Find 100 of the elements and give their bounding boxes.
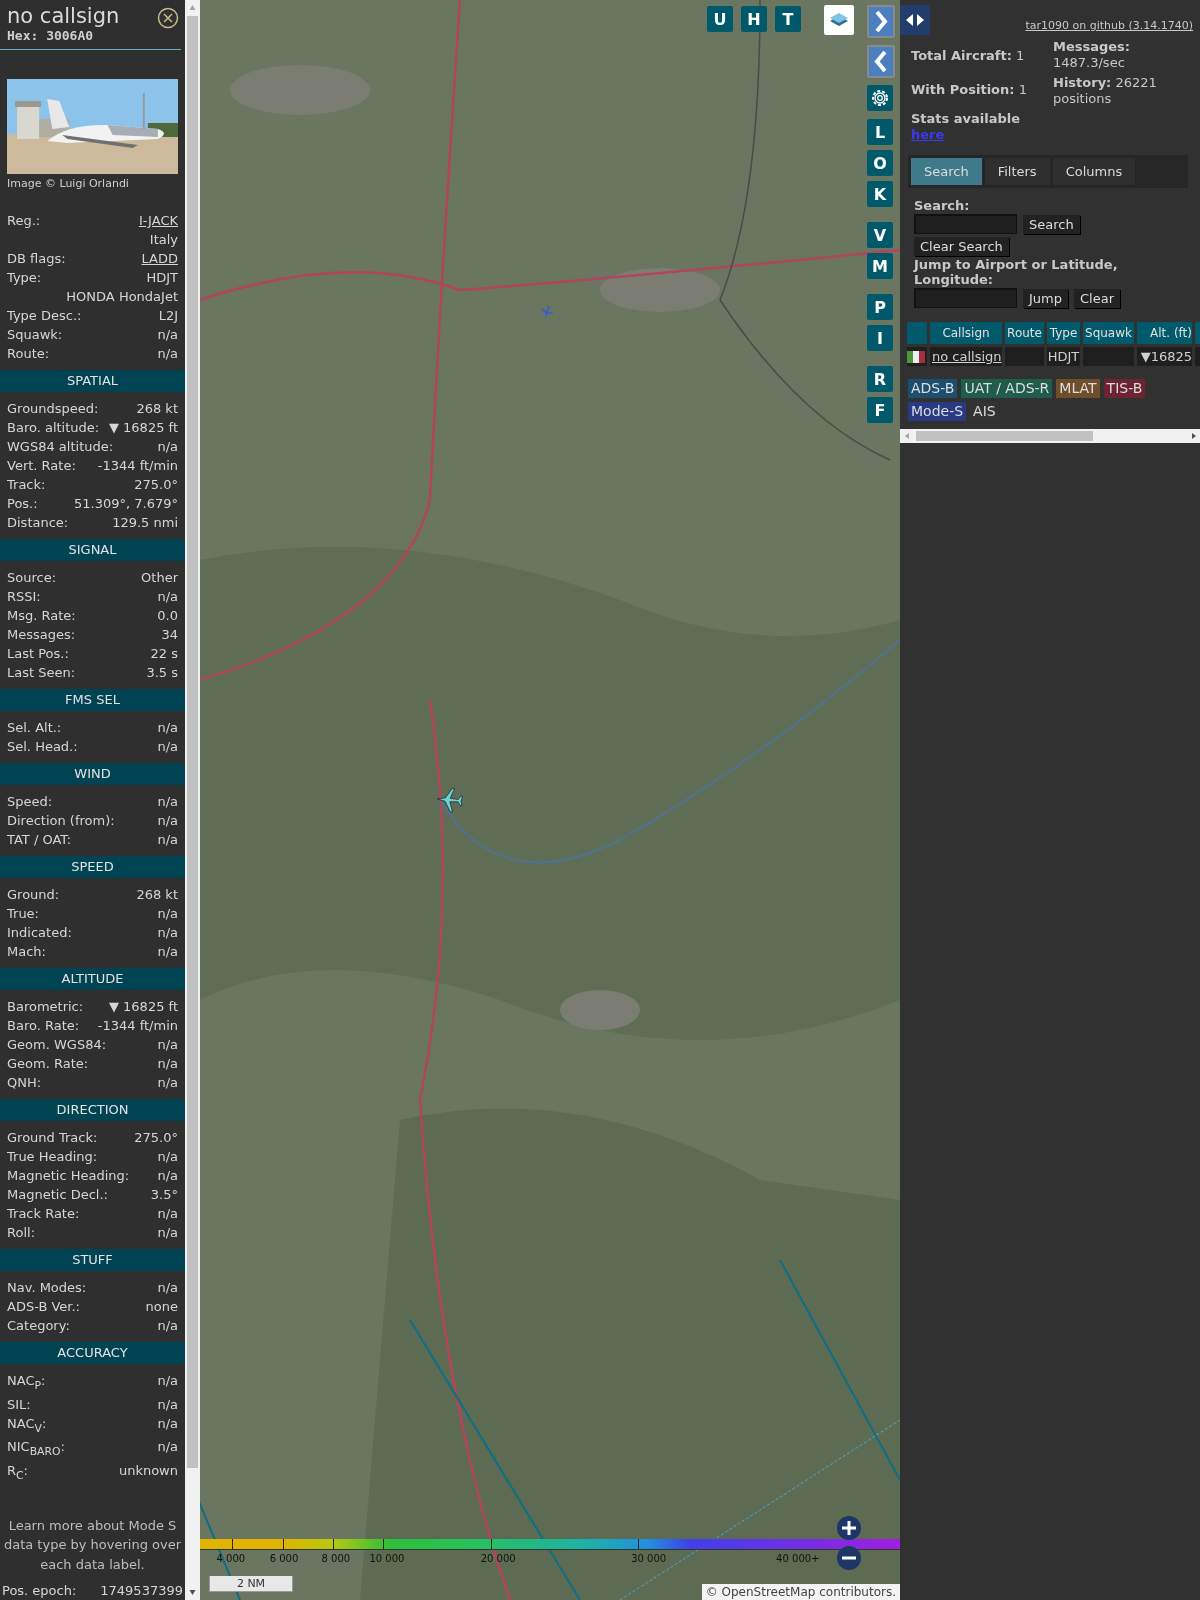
- map-button[interactable]: T: [775, 6, 801, 32]
- form-button[interactable]: Clear Search: [914, 237, 1009, 256]
- field-link[interactable]: I-JACK: [138, 211, 178, 230]
- column-header[interactable]: Type: [1047, 322, 1080, 344]
- map-button[interactable]: U: [707, 6, 733, 32]
- field-value: 268 kt: [136, 400, 178, 418]
- layers-button[interactable]: [824, 5, 854, 35]
- source-badge: MLAT: [1056, 379, 1100, 398]
- field-label: TAT / OAT:: [7, 831, 72, 849]
- field-value: n/a: [157, 943, 178, 961]
- field-label: Barometric:: [7, 998, 84, 1016]
- field-label: Pos. epoch:: [2, 1582, 77, 1600]
- field-label: Ground Track:: [7, 1129, 98, 1147]
- map-button[interactable]: V: [867, 222, 893, 248]
- field-label: Type Desc.:: [7, 307, 82, 325]
- field-value: n/a: [157, 793, 178, 811]
- form-button[interactable]: Search: [1023, 214, 1080, 234]
- map-button[interactable]: M: [867, 253, 893, 279]
- altitude-label: 20 000: [480, 1553, 516, 1564]
- section-header: ALTITUDE: [0, 968, 185, 990]
- field-value: n/a: [157, 719, 178, 737]
- field-value: 3.5°: [150, 1186, 178, 1204]
- altitude-label: 6 000: [269, 1553, 299, 1564]
- field-label: Track Rate:: [7, 1205, 80, 1223]
- field-value: n/a: [157, 588, 178, 606]
- field-label: DB flags:: [7, 250, 66, 268]
- github-link[interactable]: tar1090 on github (3.14.1740): [1025, 19, 1193, 32]
- search-field[interactable]: [914, 214, 1017, 234]
- scrollbar[interactable]: [185, 0, 200, 1600]
- map-button[interactable]: F: [867, 397, 893, 423]
- section-header: SPATIAL: [0, 370, 185, 392]
- field-value: HONDA HondaJet: [66, 288, 178, 306]
- field-label: Type:: [7, 269, 42, 287]
- field-label: Speed:: [7, 793, 53, 811]
- field-value: n/a: [157, 812, 178, 830]
- column-header[interactable]: Route: [1005, 322, 1044, 344]
- map-button[interactable]: R: [867, 366, 893, 392]
- field-value: n/a: [157, 345, 178, 363]
- section-header: STUFF: [0, 1249, 185, 1271]
- jump-field[interactable]: [914, 288, 1017, 308]
- field-value: 275.0°: [134, 476, 178, 494]
- field-label: Vert. Rate:: [7, 457, 76, 475]
- collapse-button[interactable]: [867, 45, 895, 78]
- field-label: Category:: [7, 1317, 70, 1335]
- field-value: 34: [161, 626, 178, 644]
- column-header[interactable]: Squawk: [1083, 322, 1134, 344]
- panel-toggle-button[interactable]: [900, 5, 930, 35]
- scrollbar[interactable]: [900, 429, 1200, 443]
- map-button[interactable]: O: [867, 150, 893, 176]
- map-button[interactable]: L: [867, 119, 893, 145]
- field-value: 3.5 s: [146, 664, 178, 682]
- field-value: n/a: [157, 1074, 178, 1092]
- field-value: n/a: [157, 1205, 178, 1223]
- section-header: FMS SEL: [0, 689, 185, 711]
- callsign-link[interactable]: no callsign: [932, 349, 1002, 364]
- form-label: Jump to Airport or Latitude, Longitude:: [914, 257, 1119, 287]
- field-value: 1749537399: [100, 1582, 183, 1600]
- field-value: unknown: [118, 1461, 178, 1480]
- map-button[interactable]: I: [867, 325, 893, 351]
- column-header[interactable]: Alt. (ft): [1137, 322, 1192, 344]
- field-value: 129.5 nmi: [112, 514, 178, 532]
- field-value: 0.0: [157, 607, 178, 625]
- section-header: ACCURACY: [0, 1342, 185, 1364]
- field-value: n/a: [157, 1279, 178, 1297]
- field-value: ▼ 16825 ft: [108, 419, 178, 437]
- map-button[interactable]: H: [741, 6, 767, 32]
- field-label: NIC$_{BARO}$:: [7, 1438, 65, 1460]
- field-label: Reg.:: [7, 212, 41, 230]
- field-value: Italy: [149, 231, 178, 249]
- minus-icon: [842, 1556, 856, 1560]
- altitude-label: 40 000+: [776, 1553, 820, 1564]
- field-label: Baro. Rate:: [7, 1017, 80, 1035]
- form-button[interactable]: Jump: [1023, 288, 1068, 308]
- map-button[interactable]: K: [867, 181, 893, 207]
- form-button[interactable]: Clear: [1074, 288, 1120, 308]
- field-link[interactable]: LADD: [141, 249, 178, 268]
- field-value: n/a: [157, 924, 178, 942]
- settings-button[interactable]: [867, 85, 893, 111]
- section-header: DIRECTION: [0, 1099, 185, 1121]
- expand-button[interactable]: [867, 5, 895, 38]
- column-header[interactable]: Callsign: [930, 322, 1002, 344]
- field-value: 268 kt: [136, 886, 178, 904]
- stats-note: Stats available: [911, 111, 1021, 126]
- field-value: 51.309°, 7.679°: [74, 495, 178, 513]
- field-label: Last Seen:: [7, 664, 76, 682]
- map-button[interactable]: P: [867, 294, 893, 320]
- field-value: n/a: [157, 1224, 178, 1242]
- field-label: Direction (from):: [7, 812, 115, 830]
- tab[interactable]: Columns: [1052, 158, 1136, 185]
- field-label: Route:: [7, 345, 50, 363]
- tab[interactable]: Filters: [984, 158, 1050, 185]
- field-value: n/a: [157, 905, 178, 923]
- field-label: Messages:: [7, 626, 76, 644]
- tab[interactable]: Search: [911, 158, 982, 185]
- field-label: Magnetic Heading:: [7, 1167, 130, 1185]
- aircraft-icon[interactable]: [436, 786, 464, 814]
- callsign-title: no callsign: [7, 4, 120, 28]
- close-icon[interactable]: [157, 7, 179, 29]
- stat-text: History: 26221 positions: [1053, 75, 1158, 107]
- field-label: Distance:: [7, 514, 69, 532]
